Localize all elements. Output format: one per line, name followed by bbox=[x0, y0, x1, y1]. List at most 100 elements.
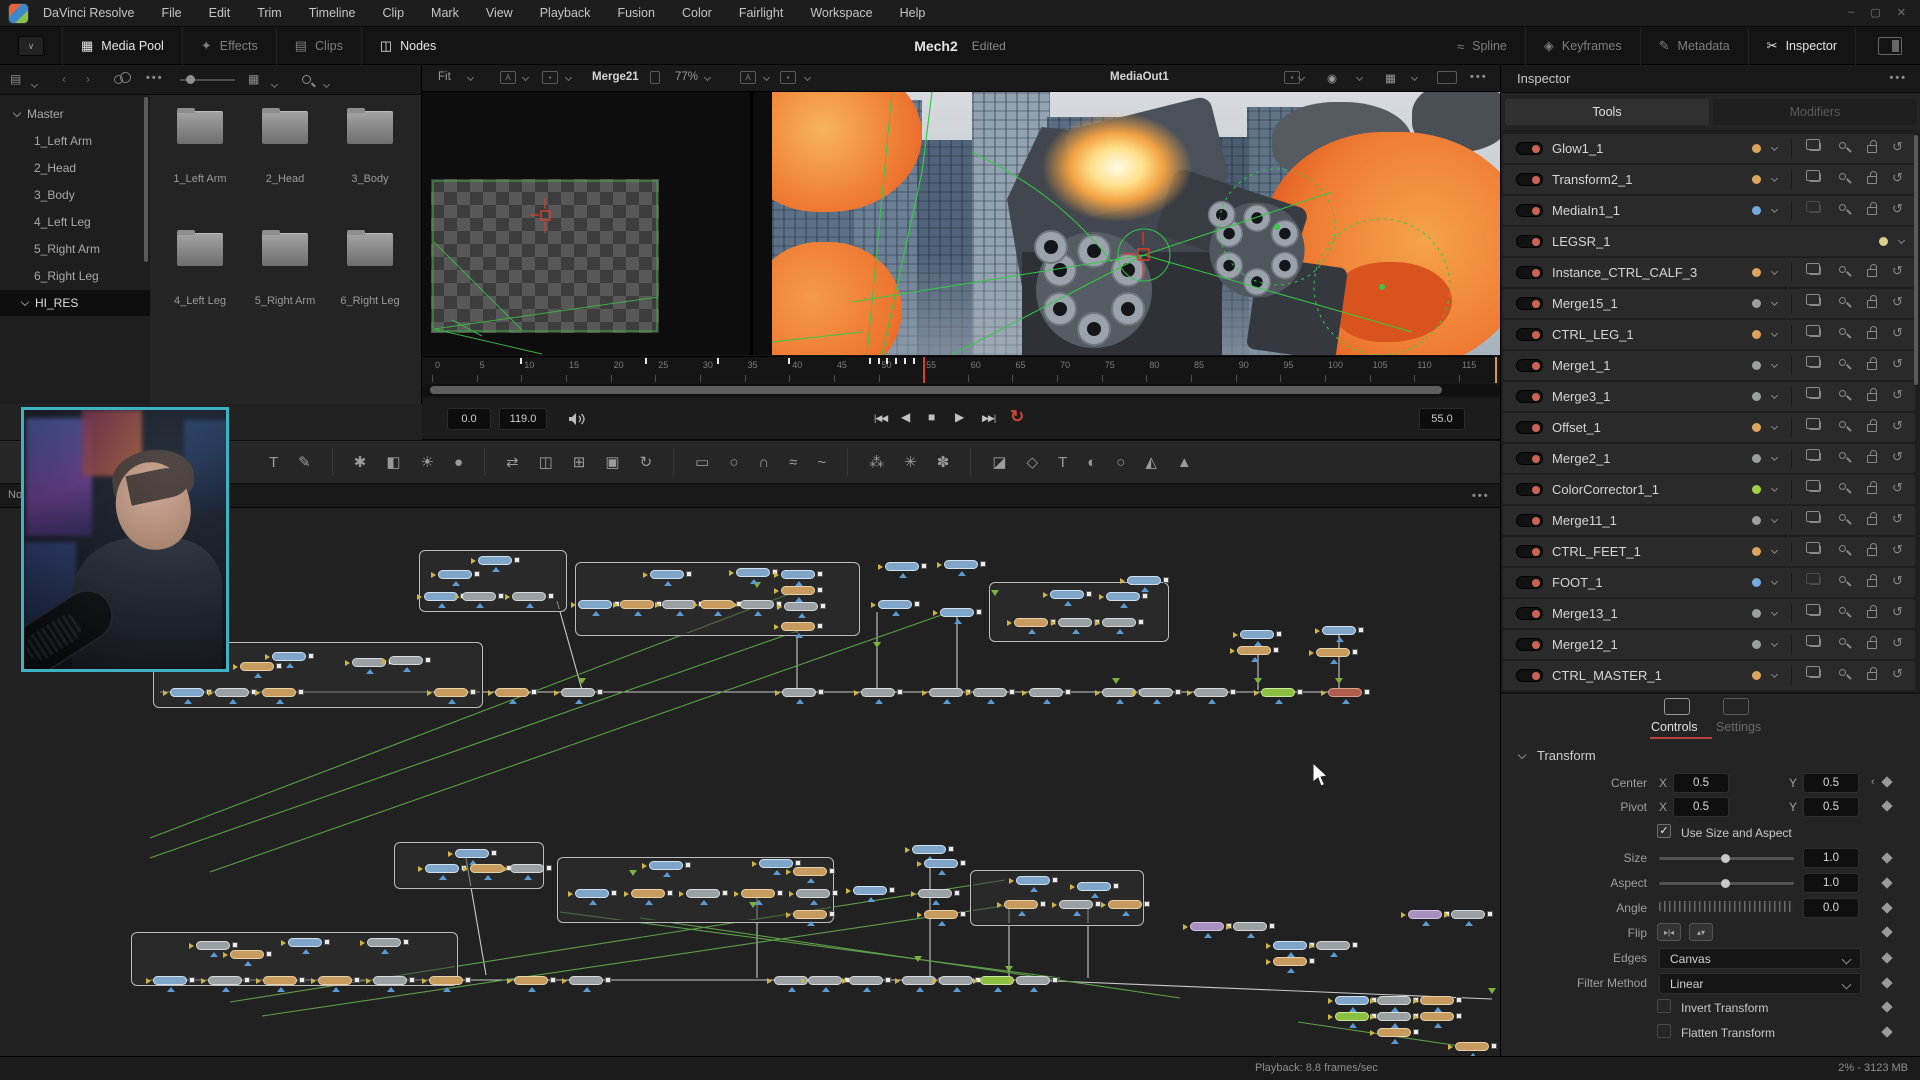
tab-settings[interactable]: Settings bbox=[1716, 720, 1761, 734]
fusion-node[interactable] bbox=[1377, 1028, 1411, 1037]
bin-folder-3-body[interactable]: 3_Body bbox=[325, 173, 415, 185]
timeline-scrollbar[interactable] bbox=[422, 384, 1500, 396]
fusion-node[interactable] bbox=[455, 849, 489, 858]
tool-text-3d-icon[interactable]: T bbox=[1058, 454, 1067, 471]
tile-color-dot[interactable] bbox=[1752, 423, 1761, 432]
reset-icon[interactable]: ↺ bbox=[1892, 325, 1903, 341]
fusion-node[interactable] bbox=[808, 976, 842, 985]
fusion-node[interactable] bbox=[1102, 618, 1136, 627]
fusion-node[interactable] bbox=[470, 864, 504, 873]
tool-particle-spawn-icon[interactable]: ✳ bbox=[904, 453, 917, 471]
tool-shape-3d-icon[interactable]: ◇ bbox=[1027, 453, 1039, 471]
channel-a-icon[interactable]: A bbox=[500, 71, 516, 84]
tool-transform-icon[interactable]: ⇄ bbox=[506, 453, 519, 471]
fusion-node[interactable] bbox=[650, 570, 684, 579]
tool-particle-render-icon[interactable]: ✽ bbox=[937, 453, 950, 471]
go-to-first-frame-button[interactable]: |◀◀ bbox=[874, 413, 887, 424]
sidebar-item-master[interactable]: Master bbox=[0, 101, 148, 127]
fusion-node[interactable] bbox=[1029, 688, 1063, 697]
pin-icon[interactable] bbox=[1839, 607, 1846, 614]
sidebar-item-4-left-leg[interactable]: 4_Left Leg bbox=[0, 209, 148, 235]
right-viewer-node-name[interactable]: MediaOut1 bbox=[1110, 71, 1169, 83]
bypass-toggle[interactable] bbox=[1516, 421, 1543, 434]
chevron-down-icon[interactable] bbox=[1356, 74, 1363, 81]
fusion-node[interactable] bbox=[861, 688, 895, 697]
pin-icon[interactable] bbox=[1839, 204, 1846, 211]
menu-fusion[interactable]: Fusion bbox=[617, 6, 655, 20]
fusion-node[interactable] bbox=[793, 867, 827, 876]
fusion-node[interactable] bbox=[940, 608, 974, 617]
bypass-toggle[interactable] bbox=[1516, 266, 1543, 279]
toolbar-effects-button[interactable]: ✦Effects bbox=[182, 27, 276, 65]
grid-view-icon[interactable]: ▦ bbox=[248, 72, 259, 86]
menu-clip[interactable]: Clip bbox=[383, 6, 405, 20]
reset-icon[interactable]: ↺ bbox=[1892, 387, 1903, 403]
pin-icon[interactable] bbox=[1839, 421, 1846, 428]
fusion-node[interactable] bbox=[578, 600, 612, 609]
tool-rectangle-mask-icon[interactable]: ▭ bbox=[695, 453, 709, 471]
fusion-node[interactable] bbox=[153, 976, 187, 985]
pin-icon[interactable] bbox=[1839, 638, 1846, 645]
timeline-ruler[interactable]: 0510152025303540455055606570758085909510… bbox=[422, 356, 1500, 382]
sidebar-item-5-right-arm[interactable]: 5_Right Arm bbox=[0, 236, 148, 262]
fusion-node[interactable] bbox=[434, 688, 468, 697]
tool-row-transform2-1[interactable]: Transform2_1↺ bbox=[1503, 165, 1915, 194]
fusion-node[interactable] bbox=[885, 562, 919, 571]
tool-row-ctrl-leg-1[interactable]: CTRL_LEG_1↺ bbox=[1503, 320, 1915, 349]
lock-icon[interactable] bbox=[1867, 331, 1877, 339]
copy-icon[interactable] bbox=[1809, 421, 1821, 430]
reset-icon[interactable]: ↺ bbox=[1892, 294, 1903, 310]
tool-polygon-mask-icon[interactable]: ∩ bbox=[758, 454, 769, 471]
copy-icon[interactable] bbox=[1809, 607, 1821, 616]
bin-folder-5-right-arm[interactable]: 5_Right Arm bbox=[240, 295, 330, 307]
fusion-node[interactable] bbox=[1322, 626, 1356, 635]
tool-ellipse-mask-icon[interactable]: ○ bbox=[729, 454, 738, 471]
scrollbar[interactable] bbox=[1914, 135, 1918, 385]
tile-color-dot[interactable] bbox=[1752, 144, 1761, 153]
menu-workspace[interactable]: Workspace bbox=[810, 6, 872, 20]
audio-mute-icon[interactable] bbox=[568, 412, 586, 426]
out-point-field[interactable]: 119.0 bbox=[499, 408, 547, 430]
fusion-node[interactable] bbox=[1237, 646, 1271, 655]
reset-icon[interactable]: ↺ bbox=[1892, 573, 1903, 589]
transform-section-header[interactable]: Transform bbox=[1537, 748, 1596, 763]
left-viewer-node-name[interactable]: Merge21 bbox=[592, 71, 639, 83]
angle-thumbwheel[interactable] bbox=[1659, 901, 1794, 912]
bypass-toggle[interactable] bbox=[1516, 328, 1543, 341]
fusion-node[interactable] bbox=[1058, 618, 1092, 627]
tool-image-plane-3d-icon[interactable]: ◪ bbox=[992, 453, 1006, 471]
lock-icon[interactable] bbox=[1867, 176, 1877, 184]
layer-icon[interactable]: ▪ bbox=[780, 71, 796, 84]
bypass-toggle[interactable] bbox=[1516, 514, 1543, 527]
copy-icon[interactable] bbox=[1809, 328, 1821, 337]
lock-icon[interactable] bbox=[1867, 145, 1877, 153]
copy-icon[interactable] bbox=[1809, 545, 1821, 554]
reset-icon[interactable]: ↺ bbox=[1892, 542, 1903, 558]
fusion-node[interactable] bbox=[1273, 941, 1307, 950]
copy-icon[interactable] bbox=[1809, 638, 1821, 647]
lut-icon[interactable] bbox=[650, 71, 660, 84]
lock-icon[interactable] bbox=[1867, 300, 1877, 308]
tile-color-dot[interactable] bbox=[1752, 547, 1761, 556]
bypass-toggle[interactable] bbox=[1516, 142, 1543, 155]
stop-button[interactable]: ■ bbox=[928, 410, 934, 424]
fusion-node[interactable] bbox=[1377, 1012, 1411, 1021]
fusion-node[interactable] bbox=[736, 568, 770, 577]
flatten-transform-checkbox[interactable] bbox=[1657, 1024, 1671, 1038]
fusion-node[interactable] bbox=[1194, 688, 1228, 697]
fusion-node[interactable] bbox=[662, 600, 696, 609]
tile-color-dot[interactable] bbox=[1752, 671, 1761, 680]
chevron-down-icon[interactable] bbox=[271, 81, 278, 88]
reset-icon[interactable]: ↺ bbox=[1892, 139, 1903, 155]
tool-row-instance-ctrl-calf-3[interactable]: Instance_CTRL_CALF_3↺ bbox=[1503, 258, 1915, 287]
copy-icon[interactable] bbox=[1809, 173, 1821, 182]
reset-icon[interactable]: ↺ bbox=[1892, 666, 1903, 682]
fusion-node[interactable] bbox=[272, 652, 306, 661]
menu-view[interactable]: View bbox=[486, 6, 513, 20]
fusion-node[interactable] bbox=[939, 976, 973, 985]
tool-row-ctrl-feet-1[interactable]: CTRL_FEET_1↺ bbox=[1503, 537, 1915, 566]
tool-renderer-3d-icon[interactable]: ▲ bbox=[1177, 454, 1192, 471]
reset-icon[interactable]: ↺ bbox=[1892, 201, 1903, 217]
fusion-node[interactable] bbox=[1335, 1012, 1369, 1021]
folder-icon[interactable] bbox=[262, 233, 308, 266]
